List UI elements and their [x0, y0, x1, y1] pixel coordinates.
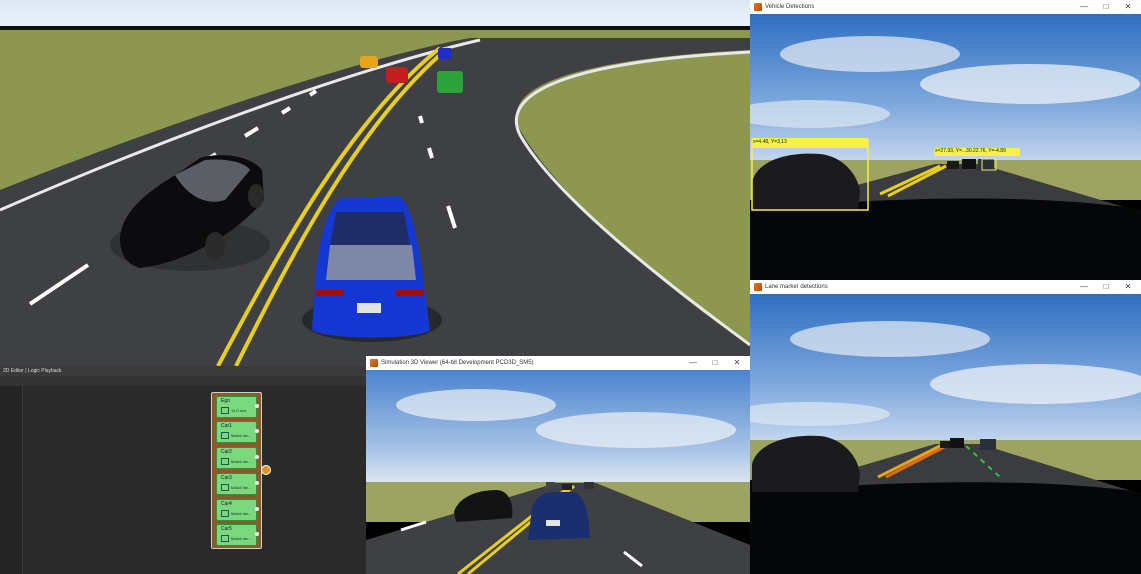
minimize-button[interactable]: —: [682, 356, 704, 370]
editor-tab[interactable]: 2D Editor | Logic Playback: [0, 366, 366, 376]
maximize-button[interactable]: □: [704, 356, 726, 370]
lane-icon: [221, 535, 229, 542]
vehicle-detections-titlebar[interactable]: Vehicle Detections — □ ✕: [750, 0, 1141, 14]
editor-toolbar: [0, 376, 366, 386]
viewer-titlebar[interactable]: Simulation 3D Viewer (64-bit Development…: [366, 356, 750, 370]
actor-name: Car2: [221, 449, 232, 455]
logic-actor-panel[interactable]: Ego 14.0 m/s Car1 Match lan... Car2 Matc…: [211, 392, 262, 549]
lane-icon: [221, 432, 229, 439]
actor-node-car4[interactable]: Car4 Match lan...: [216, 499, 259, 521]
bbox-left-label: x=4.48, Y=3.13: [753, 139, 787, 145]
actor-action: Match lan...: [221, 458, 252, 465]
connector-port[interactable]: [255, 455, 259, 459]
actor-speed: 14.0 m/s: [221, 407, 246, 414]
actor-name: Car1: [221, 423, 232, 429]
matlab-icon: [754, 3, 762, 11]
person-icon: [221, 407, 229, 414]
actor-action: Match lan...: [221, 535, 252, 542]
connector-port[interactable]: [255, 404, 259, 408]
actor-name: Ego: [221, 398, 230, 404]
connector-port[interactable]: [255, 429, 259, 433]
actor-node-car3[interactable]: Car3 Match lan...: [216, 473, 259, 495]
actor-name: Car4: [221, 501, 232, 507]
window-title: Vehicle Detections: [765, 4, 815, 10]
editor-sidebar[interactable]: [0, 386, 23, 574]
simulation-3d-viewer-window[interactable]: Simulation 3D Viewer (64-bit Development…: [366, 356, 750, 574]
main-3d-scene[interactable]: [0, 0, 750, 366]
actor-node-car5[interactable]: Car5 Match lan...: [216, 524, 259, 546]
window-title: Simulation 3D Viewer (64-bit Development…: [381, 360, 534, 366]
connector-port[interactable]: [255, 532, 259, 536]
actor-node-car2[interactable]: Car2 Match lan...: [216, 447, 259, 469]
close-button[interactable]: ✕: [1117, 280, 1139, 294]
close-button[interactable]: ✕: [726, 356, 748, 370]
actor-name: Car3: [221, 475, 232, 481]
unreal-icon: [370, 359, 378, 367]
vehicle-camera-view: x=4.48, Y=3.13 x=27.93, Y=...30.22.76, Y…: [750, 14, 1141, 280]
actor-action: Match lan...: [221, 432, 252, 439]
lane-marker-titlebar[interactable]: Lane marker detections — □ ✕: [750, 280, 1141, 294]
scenario-2d-editor[interactable]: 2D Editor | Logic Playback: [0, 366, 366, 574]
main-scene-canvas: [0, 0, 750, 366]
actor-node-car1[interactable]: Car1 Match lan...: [216, 421, 259, 443]
connector-port[interactable]: [255, 507, 259, 511]
actor-action: Match lan...: [221, 510, 252, 517]
lane-icon: [221, 458, 229, 465]
connector-port[interactable]: [255, 481, 259, 485]
maximize-button[interactable]: □: [1095, 0, 1117, 14]
lane-marker-window[interactable]: Lane marker detections — □ ✕: [750, 280, 1141, 574]
bbox-right-label: x=27.93, Y=...30.22.76, Y=-4.89: [935, 148, 1006, 154]
lane-camera-view: [750, 294, 1141, 574]
viewer-3d-scene: [366, 370, 750, 574]
actor-name: Car5: [221, 526, 232, 532]
lane-icon: [221, 484, 229, 491]
logic-output-port[interactable]: [261, 465, 271, 475]
window-title: Lane marker detections: [765, 284, 828, 290]
maximize-button[interactable]: □: [1095, 280, 1117, 294]
actor-action: Match lan...: [221, 484, 252, 491]
minimize-button[interactable]: —: [1073, 0, 1095, 14]
matlab-icon: [754, 283, 762, 291]
vehicle-detections-window[interactable]: Vehicle Detections — □ ✕ x=4.48, Y=3.13 …: [750, 0, 1141, 280]
close-button[interactable]: ✕: [1117, 0, 1139, 14]
lane-icon: [221, 510, 229, 517]
actor-node-ego[interactable]: Ego 14.0 m/s: [216, 396, 259, 418]
minimize-button[interactable]: —: [1073, 280, 1095, 294]
